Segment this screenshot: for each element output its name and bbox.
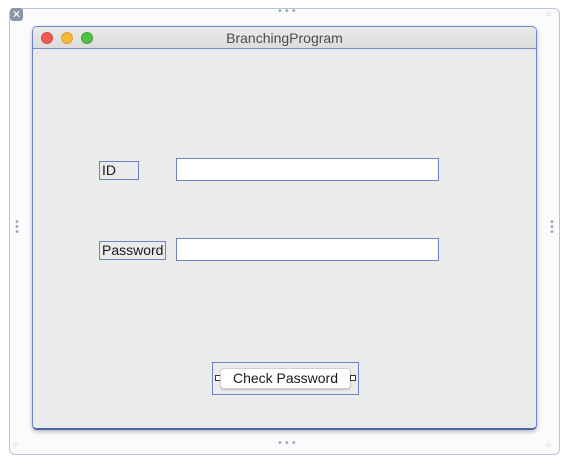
resize-handle-top-icon[interactable]: ••• bbox=[277, 7, 298, 17]
check-password-selection: Check Password bbox=[212, 362, 359, 395]
id-field[interactable] bbox=[176, 158, 439, 181]
button-handle-right-icon[interactable] bbox=[350, 375, 356, 381]
resize-corner-bottom-left-icon[interactable]: ⁘ bbox=[12, 442, 21, 451]
password-label: Password bbox=[99, 241, 166, 260]
app-window: BranchingProgram ID Password Check Passw… bbox=[32, 26, 537, 430]
resize-handle-right-icon[interactable]: • • • bbox=[549, 218, 555, 238]
window-content: ID Password Check Password bbox=[33, 49, 536, 428]
resize-handle-left-icon[interactable]: • • • bbox=[14, 218, 20, 238]
resize-corner-top-right-icon[interactable]: ⁘ bbox=[545, 11, 554, 20]
window-titlebar[interactable]: BranchingProgram bbox=[33, 27, 536, 49]
interface-builder-canvas: ✕ ••• ••• • • • • • • ⁘ ⁘ ⁘ BranchingPro… bbox=[0, 0, 570, 464]
check-password-button[interactable]: Check Password bbox=[220, 368, 351, 389]
password-field[interactable] bbox=[176, 238, 439, 261]
window-title: BranchingProgram bbox=[226, 30, 343, 46]
id-label: ID bbox=[99, 161, 139, 180]
editor-close-icon[interactable]: ✕ bbox=[10, 8, 23, 21]
resize-handle-bottom-icon[interactable]: ••• bbox=[277, 439, 298, 449]
resize-corner-bottom-right-icon[interactable]: ⁘ bbox=[545, 442, 554, 451]
